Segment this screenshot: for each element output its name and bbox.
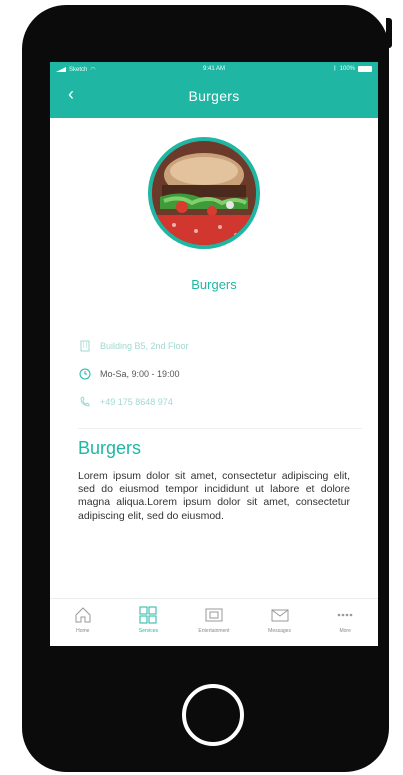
building-icon (78, 339, 92, 353)
phone-row[interactable]: +49 175 8648 974 (78, 388, 358, 416)
film-icon (205, 608, 223, 622)
address-row: Building B5, 2nd Floor (78, 332, 358, 360)
clock-icon (78, 367, 92, 381)
hours-text: Mo-Sa, 9:00 - 19:00 (100, 369, 180, 379)
more-icon (337, 613, 353, 617)
tab-label: Services (138, 628, 158, 634)
status-right: ᛒ 100% (333, 66, 372, 72)
tab-home[interactable]: Home (50, 599, 116, 646)
address-text: Building B5, 2nd Floor (100, 341, 189, 351)
home-icon (75, 607, 91, 623)
home-button[interactable] (182, 684, 244, 746)
description-text: Lorem ipsum dolor sit amet, consectetur … (78, 470, 350, 522)
hours-row: Mo-Sa, 9:00 - 19:00 (78, 360, 358, 388)
phone-text[interactable]: +49 175 8648 974 (100, 397, 173, 407)
grid-icon (139, 606, 157, 624)
tab-label: Home (76, 628, 90, 634)
bluetooth-icon: ᛒ (333, 66, 337, 72)
description-title: Burgers (78, 438, 142, 458)
bottom-tab-bar: Home Services Entertainment Messages Mor… (50, 598, 378, 646)
battery-icon (358, 66, 372, 72)
info-list: Building B5, 2nd Floor Mo-Sa, 9:00 - 19:… (78, 332, 358, 416)
app-screen: Sketch ◠ 9:41 AM ᛒ 100% ‹ Burgers Burger… (50, 62, 378, 646)
phone-side-button (386, 18, 392, 48)
battery-percent: 100% (339, 66, 355, 72)
burger-photo (148, 137, 260, 249)
status-bar: Sketch ◠ 9:41 AM ᛒ 100% (50, 62, 378, 80)
header-bar: Sketch ◠ 9:41 AM ᛒ 100% ‹ Burgers (50, 62, 378, 118)
tab-messages[interactable]: Messages (247, 599, 313, 646)
tab-more[interactable]: More (312, 599, 378, 646)
status-time: 9:41 AM (202, 66, 225, 72)
section-divider (78, 428, 362, 429)
envelope-icon (271, 609, 289, 622)
tab-label: Entertainment (198, 628, 230, 634)
tab-label: Messages (268, 628, 291, 634)
tab-label: More (339, 628, 351, 634)
tab-entertainment[interactable]: Entertainment (181, 599, 247, 646)
phone-icon (78, 395, 92, 409)
page-title: Burgers (188, 88, 240, 104)
profile-name: Burgers (191, 277, 237, 292)
tab-services[interactable]: Services (116, 599, 182, 646)
